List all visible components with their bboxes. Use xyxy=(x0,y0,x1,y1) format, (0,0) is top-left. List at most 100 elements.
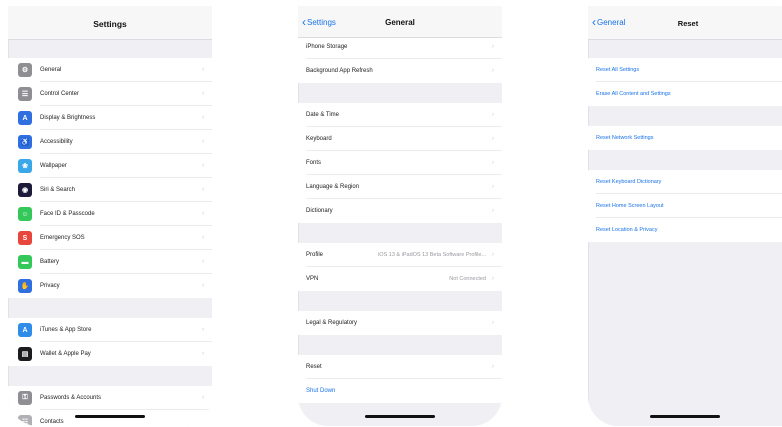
row-iphone-storage[interactable]: iPhone Storage › xyxy=(298,35,502,59)
accessibility-icon: ♿ xyxy=(18,135,32,149)
chevron-right-icon: › xyxy=(492,160,494,166)
page-title: General xyxy=(385,18,415,27)
settings-screen: Settings ⚙ General › ☰ Control Center › A Displ… xyxy=(8,6,212,426)
row-passwords-and-accounts[interactable]: ⚿ Passwords & Accounts › xyxy=(8,386,212,410)
row-detail: Not Connected xyxy=(449,276,486,282)
row-label: Display & Brightness xyxy=(40,115,96,121)
row-reset[interactable]: Reset › xyxy=(298,355,502,379)
wallet-icon: ▤ xyxy=(18,347,32,361)
row-itunes-and-app-store[interactable]: AiTunes & App Store › xyxy=(8,318,212,342)
row-date-and-time[interactable]: Date & Time › xyxy=(298,103,502,127)
row-background-app-refresh[interactable]: Background App Refresh › xyxy=(298,59,502,83)
section-group: Reset All Settings Erase All Content and … xyxy=(588,58,782,106)
sos-icon: S xyxy=(18,231,32,245)
row-language-and-region[interactable]: Language & Region › xyxy=(298,175,502,199)
row-fonts[interactable]: Fonts › xyxy=(298,151,502,175)
stage: Settings ⚙ General › ☰ Control Center › A Displ… xyxy=(0,0,782,427)
row-erase-all-content-and-settings[interactable]: Erase All Content and Settings xyxy=(588,82,782,106)
row-label: General xyxy=(40,67,62,73)
row-label: Reset xyxy=(306,364,322,370)
row-label: VPN xyxy=(306,276,319,282)
chevron-right-icon: › xyxy=(202,395,204,401)
settings-navbar: Settings xyxy=(8,6,212,40)
chevron-right-icon: › xyxy=(492,276,494,282)
chevron-right-icon: › xyxy=(202,67,204,73)
row-face-id-and-passcode[interactable]: ☺ Face ID & Passcode › xyxy=(8,202,212,226)
row-label: iTunes & App Store xyxy=(40,327,92,333)
row-general[interactable]: ⚙ General › xyxy=(8,58,212,82)
section-group: Date & Time › Keyboard › Fonts › Language & Re… xyxy=(298,103,502,223)
row-wallpaper[interactable]: ❀ Wallpaper › xyxy=(8,154,212,178)
row-legal-and-regulatory[interactable]: Legal & Regulatory › xyxy=(298,311,502,335)
control-center-icon: ☰ xyxy=(18,87,32,101)
row-label: Reset Home Screen Layout xyxy=(596,203,664,209)
row-profile[interactable]: Profile iOS 13 & iPadOS 13 Beta Software … xyxy=(298,243,502,267)
home-indicator[interactable] xyxy=(365,415,435,418)
back-button[interactable]: ‹ General xyxy=(592,14,626,29)
settings-list: ⚙ General › ☰ Control Center › A Display & Brig… xyxy=(8,58,212,426)
battery-icon: ▬ xyxy=(18,255,32,269)
row-shut-down[interactable]: Shut Down xyxy=(298,379,502,403)
row-reset-all-settings[interactable]: Reset All Settings xyxy=(588,58,782,82)
section-group: Profile iOS 13 & iPadOS 13 Beta Software … xyxy=(298,243,502,291)
chevron-right-icon: › xyxy=(492,208,494,214)
back-label: General xyxy=(597,18,626,27)
chevron-right-icon: › xyxy=(492,184,494,190)
row-label: Language & Region xyxy=(306,184,360,190)
chevron-left-icon: ‹ xyxy=(592,14,596,29)
row-reset-home-screen-layout[interactable]: Reset Home Screen Layout xyxy=(588,194,782,218)
row-display-and-brightness[interactable]: A Display & Brightness › xyxy=(8,106,212,130)
chevron-right-icon: › xyxy=(202,235,204,241)
siri-icon: ◉ xyxy=(18,183,32,197)
chevron-right-icon: › xyxy=(492,252,494,258)
row-label: Reset Keyboard Dictionary xyxy=(596,179,662,185)
row-accessibility[interactable]: ♿ Accessibility › xyxy=(8,130,212,154)
row-label: Wallpaper xyxy=(40,163,67,169)
row-label: Privacy xyxy=(40,283,60,289)
section-group: ⚙ General › ☰ Control Center › A Display & Brig… xyxy=(8,58,212,298)
home-indicator[interactable] xyxy=(650,415,720,418)
row-label: Control Center xyxy=(40,91,80,97)
wallpaper-icon: ❀ xyxy=(18,159,32,173)
row-label: Background App Refresh xyxy=(306,68,373,74)
row-dictionary[interactable]: Dictionary › xyxy=(298,199,502,223)
page-title: Reset xyxy=(677,19,699,28)
row-contacts[interactable]: ☷ Contacts › xyxy=(8,410,212,426)
privacy-icon: ✋ xyxy=(18,279,32,293)
row-battery[interactable]: ▬ Battery › xyxy=(8,250,212,274)
row-siri-and-search[interactable]: ◉ Siri & Search › xyxy=(8,178,212,202)
display-icon: A xyxy=(18,111,32,125)
row-label: iPhone Storage xyxy=(306,44,348,50)
row-keyboard[interactable]: Keyboard › xyxy=(298,127,502,151)
reset-navbar: ‹ General Reset xyxy=(588,6,782,40)
row-vpn[interactable]: VPN Not Connected › xyxy=(298,267,502,291)
row-label: Date & Time xyxy=(306,112,340,118)
row-reset-location-and-privacy[interactable]: Reset Location & Privacy xyxy=(588,218,782,242)
row-reset-keyboard-dictionary[interactable]: Reset Keyboard Dictionary xyxy=(588,170,782,194)
row-reset-network-settings[interactable]: Reset Network Settings xyxy=(588,126,782,150)
row-label: Dictionary xyxy=(306,208,333,214)
row-label: Contacts xyxy=(40,419,64,425)
chevron-right-icon: › xyxy=(492,44,494,50)
reset-screen: ‹ General Reset Reset All Settings Erase … xyxy=(588,6,782,426)
app-store-icon: A xyxy=(18,323,32,337)
chevron-right-icon: › xyxy=(202,351,204,357)
home-indicator[interactable] xyxy=(75,415,145,418)
row-label: Face ID & Passcode xyxy=(40,211,95,217)
row-label: Erase All Content and Settings xyxy=(596,91,671,97)
chevron-right-icon: › xyxy=(202,115,204,121)
section-group: iPhone Storage › Background App Refresh › xyxy=(298,35,502,83)
row-privacy[interactable]: ✋ Privacy › xyxy=(8,274,212,298)
section-group: Reset › Shut Down xyxy=(298,355,502,403)
row-control-center[interactable]: ☰ Control Center › xyxy=(8,82,212,106)
chevron-right-icon: › xyxy=(202,327,204,333)
row-emergency-sos[interactable]: S Emergency SOS › xyxy=(8,226,212,250)
general-list: iPhone Storage › Background App Refresh › Da… xyxy=(298,35,502,403)
row-wallet-and-apple-pay[interactable]: ▤ Wallet & Apple Pay › xyxy=(8,342,212,366)
row-label: Fonts xyxy=(306,160,322,166)
